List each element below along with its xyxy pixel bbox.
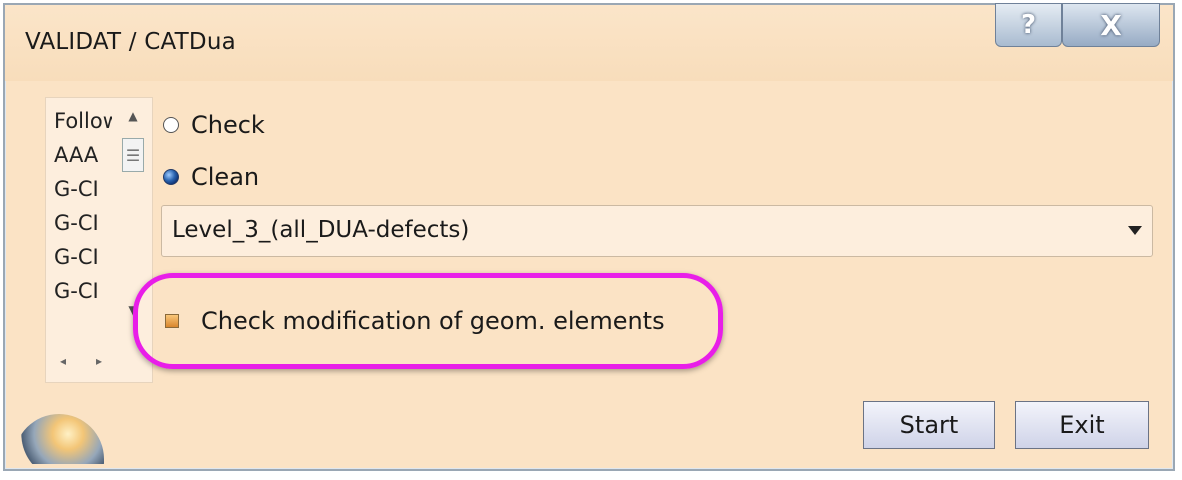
scroll-right-arrow-icon[interactable]: ▸: [96, 354, 102, 368]
list-item[interactable]: G-CI: [54, 172, 112, 206]
list-item[interactable]: G-CI: [54, 240, 112, 274]
list-items: Follow AAA G-CI G-CI G-CI G-CI: [54, 104, 114, 308]
list-item[interactable]: G-CI: [54, 274, 112, 308]
check-radio-option[interactable]: Check: [163, 111, 265, 139]
chevron-down-icon[interactable]: [1128, 226, 1142, 235]
help-button[interactable]: ?: [995, 3, 1062, 47]
check-radio-button[interactable]: [163, 117, 179, 133]
window-title: VALIDAT / CATDua: [25, 29, 236, 55]
clean-radio-option[interactable]: Clean: [163, 163, 259, 191]
dialog-body: Follow AAA G-CI G-CI G-CI G-CI ▲ ☰ ▼ ◂ ▸…: [13, 81, 1165, 461]
dialog-window: VALIDAT / CATDua ? X Follow AAA G-CI G-C…: [3, 3, 1175, 471]
list-item[interactable]: AAA: [54, 138, 112, 172]
close-button[interactable]: X: [1062, 3, 1160, 47]
clean-radio-label: Clean: [191, 163, 260, 191]
scroll-up-arrow-icon[interactable]: ▲: [118, 104, 148, 128]
level-dropdown-value: Level_3_(all_DUA-defects): [172, 217, 470, 243]
title-bar[interactable]: VALIDAT / CATDua ? X: [5, 3, 1173, 81]
clean-radio-button[interactable]: [163, 169, 179, 185]
geom-modification-checkbox[interactable]: [165, 314, 179, 328]
exit-button[interactable]: Exit: [1015, 401, 1149, 449]
question-icon: ?: [1020, 10, 1037, 40]
geom-modification-label: Check modification of geom. elements: [201, 307, 665, 335]
close-icon: X: [1100, 8, 1122, 42]
list-item[interactable]: G-CI: [54, 206, 112, 240]
level-dropdown[interactable]: Level_3_(all_DUA-defects): [161, 205, 1153, 257]
scroll-thumb[interactable]: ☰: [122, 138, 144, 172]
check-radio-label: Check: [191, 111, 265, 139]
start-button[interactable]: Start: [863, 401, 995, 449]
geom-modification-checkbox-option[interactable]: Check modification of geom. elements: [165, 307, 665, 335]
horizontal-scrollbar[interactable]: ◂ ▸: [50, 350, 116, 374]
list-item[interactable]: Follow: [54, 104, 112, 138]
scroll-left-arrow-icon[interactable]: ◂: [60, 354, 66, 368]
